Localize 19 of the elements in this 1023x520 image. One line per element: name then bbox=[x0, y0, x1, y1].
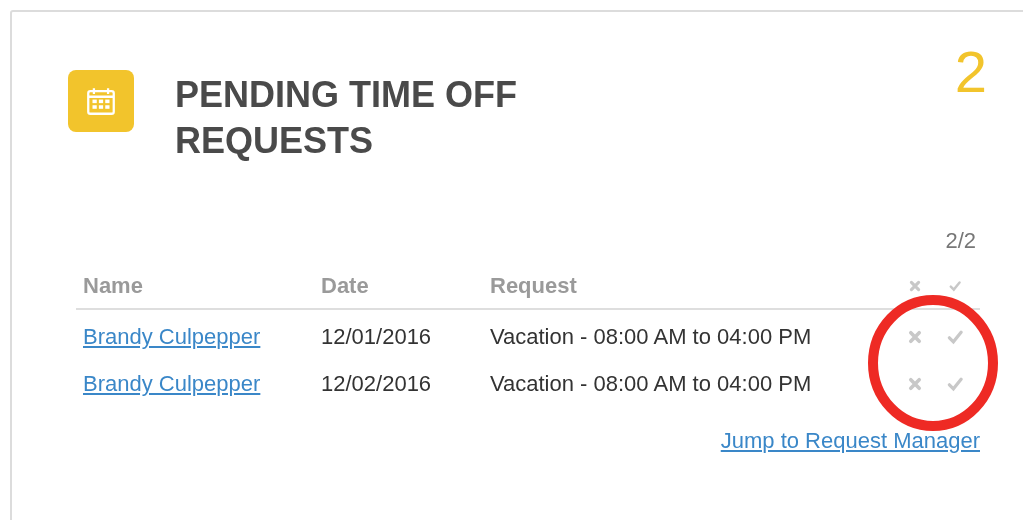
check-icon[interactable] bbox=[947, 328, 963, 345]
close-icon[interactable] bbox=[909, 279, 921, 292]
employee-link[interactable]: Brandy Culpepper bbox=[83, 320, 261, 353]
employee-link[interactable]: Brandy Culpepper bbox=[83, 367, 261, 400]
request-cell-text: Vacation - 08:00 AM to 04:00 PM bbox=[490, 370, 813, 398]
check-icon[interactable] bbox=[949, 279, 961, 292]
request-manager-link[interactable]: Jump to Request Manager bbox=[720, 424, 980, 457]
close-icon[interactable] bbox=[908, 329, 922, 344]
date-cell-text: 12/01/2016 bbox=[321, 323, 433, 351]
close-icon[interactable] bbox=[908, 376, 922, 391]
page-counter: 2/2 bbox=[945, 227, 976, 255]
column-header: Name bbox=[83, 272, 144, 300]
card-title: PENDING TIME OFF REQUESTS bbox=[175, 73, 518, 163]
request-cell-text: Vacation - 08:00 AM to 04:00 PM bbox=[490, 323, 813, 351]
check-icon[interactable] bbox=[947, 375, 963, 392]
request-count: 2 bbox=[954, 40, 987, 104]
date-cell-text: 12/02/2016 bbox=[321, 370, 433, 398]
column-header: Date bbox=[321, 272, 370, 300]
column-header: Request bbox=[490, 272, 578, 300]
